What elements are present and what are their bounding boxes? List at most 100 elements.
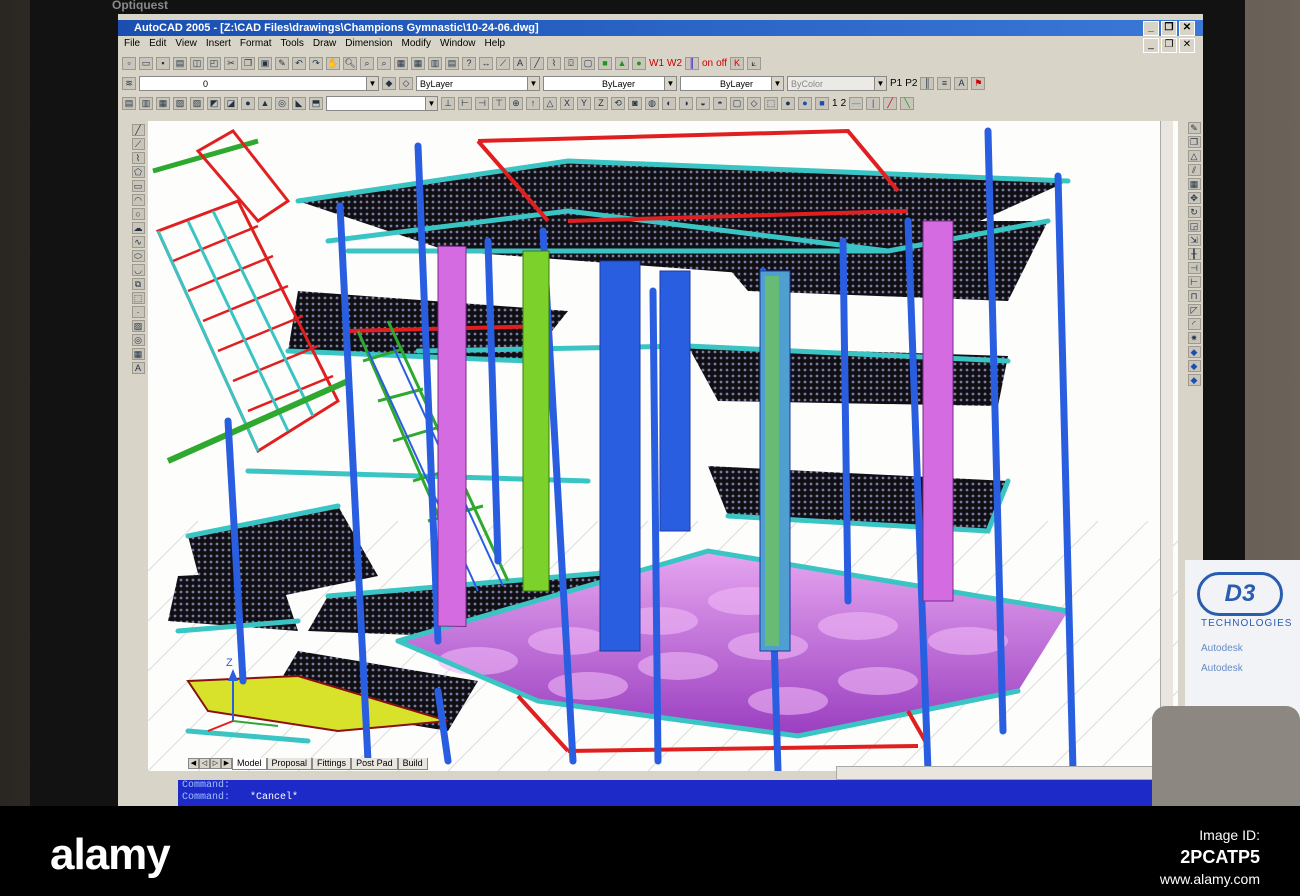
ucs-y-icon[interactable]: Y — [577, 96, 591, 110]
sphere-blue-icon[interactable]: ● — [798, 96, 812, 110]
bars-icon[interactable]: ║ — [920, 76, 935, 90]
off-label[interactable]: off — [716, 58, 727, 69]
layer-previous-icon[interactable]: ◇ — [399, 76, 413, 90]
menu-dimension[interactable]: Dimension — [345, 36, 392, 52]
k-icon[interactable]: K — [730, 56, 745, 70]
copy-object-icon[interactable]: ❐ — [1187, 136, 1201, 148]
break-icon[interactable]: ⊢ — [1187, 276, 1201, 288]
view-top-icon[interactable]: ▥ — [139, 96, 153, 110]
point-icon[interactable]: · — [131, 306, 145, 318]
chamfer-icon[interactable]: ◸ — [1187, 304, 1201, 316]
mirror-icon[interactable]: △ — [1187, 150, 1201, 162]
save-icon[interactable]: ▪ — [156, 56, 170, 70]
arc-icon[interactable]: ◠ — [131, 194, 145, 206]
polyline-icon[interactable]: ⌇ — [547, 56, 561, 70]
dim-aligned-icon[interactable]: ⟋ — [496, 56, 510, 70]
tab-proposal[interactable]: Proposal — [266, 758, 313, 770]
view-right-icon[interactable]: ▧ — [173, 96, 187, 110]
cube-blue-icon[interactable]: ■ — [815, 96, 829, 110]
view-iso2-icon[interactable]: ◪ — [224, 96, 238, 110]
green-triangle-icon[interactable]: ▲ — [615, 56, 629, 70]
ucs-face-icon[interactable]: ⊣ — [475, 96, 489, 110]
wireframe-icon[interactable]: ▢ — [730, 96, 744, 110]
cut-icon[interactable]: ✂ — [224, 56, 238, 70]
w2-label[interactable]: W2 — [667, 58, 682, 69]
view-iso-icon[interactable]: ◩ — [207, 96, 221, 110]
publish-icon[interactable]: ◰ — [207, 56, 221, 70]
doc-restore-button[interactable]: ❐ — [1161, 38, 1177, 53]
tab-post-pad[interactable]: Post Pad — [351, 758, 398, 770]
ucs-view-icon[interactable]: ⊤ — [492, 96, 506, 110]
dash-icon[interactable]: — — [849, 96, 864, 110]
wedge-icon[interactable]: ◣ — [292, 96, 306, 110]
sphere-shaded-icon[interactable]: ● — [781, 96, 795, 110]
ucs-icon[interactable]: ⟀ — [747, 56, 762, 70]
lineweight-dropdown[interactable]: ByLayer ▼ — [680, 75, 784, 91]
copy-icon[interactable]: ❐ — [241, 56, 255, 70]
scale-icon[interactable]: ◲ — [1187, 220, 1201, 232]
render-icon[interactable]: ◍ — [645, 96, 659, 110]
menu-view[interactable]: View — [175, 36, 197, 52]
cone-icon[interactable]: ▲ — [258, 96, 272, 110]
linetype-dropdown[interactable]: ByLayer ▼ — [543, 75, 677, 91]
horizontal-scrollbar[interactable] — [836, 766, 1173, 780]
sphere-icon[interactable]: ● — [241, 96, 255, 110]
print-icon[interactable]: ▤ — [173, 56, 187, 70]
gouraud-icon[interactable]: ◓ — [713, 96, 727, 110]
match-properties-icon[interactable]: ✎ — [275, 56, 289, 70]
make-current-icon[interactable]: ◆ — [382, 76, 396, 90]
color-dropdown[interactable]: ByLayer ▼ — [416, 75, 540, 91]
menu-draw[interactable]: Draw — [313, 36, 336, 52]
open-file-icon[interactable]: ▭ — [139, 56, 153, 70]
line-icon[interactable]: ╱ — [131, 124, 145, 136]
plotstyle-dropdown[interactable]: ByColor ▼ — [787, 75, 887, 91]
tab-first-icon[interactable]: ◀ — [188, 758, 199, 769]
box-3d-icon[interactable]: ⬚ — [764, 96, 778, 110]
orbit-icon[interactable]: ⟲ — [611, 96, 625, 110]
ucs-x-icon[interactable]: X — [560, 96, 574, 110]
tab-fittings[interactable]: Fittings — [312, 758, 352, 770]
view-front-icon[interactable]: ▤ — [122, 96, 136, 110]
blue-tool-3-icon[interactable]: ◆ — [1187, 374, 1201, 386]
view-back-icon[interactable]: ▨ — [190, 96, 204, 110]
join-icon[interactable]: ⊓ — [1187, 290, 1201, 302]
polyline-icon[interactable]: ⌇ — [131, 152, 145, 164]
insert-block-icon[interactable]: ⧉ — [131, 278, 145, 290]
zoom-window-icon[interactable]: ⌕ — [360, 56, 374, 70]
circle-icon[interactable]: ○ — [131, 208, 145, 220]
polygon-icon[interactable]: ⬠ — [131, 166, 145, 178]
ucs-origin-icon[interactable]: ⊕ — [509, 96, 523, 110]
design-center-icon[interactable]: ▦ — [411, 56, 425, 70]
list-icon[interactable]: ≡ — [937, 76, 952, 90]
tab-model[interactable]: Model — [232, 758, 267, 770]
pipe-icon[interactable]: | — [866, 96, 881, 110]
region-icon[interactable]: ◎ — [131, 334, 145, 346]
minimize-button[interactable]: _ — [1143, 21, 1159, 36]
command-line[interactable]: Command: Command: *Cancel* — [178, 780, 1178, 806]
blue-tool-2-icon[interactable]: ◆ — [1187, 360, 1201, 372]
zoom-realtime-icon[interactable]: 🔍︎ — [343, 56, 357, 70]
line-icon[interactable]: ╱ — [530, 56, 544, 70]
bars-icon[interactable]: ║ — [685, 56, 699, 70]
revision-cloud-icon[interactable]: ☁ — [131, 222, 145, 234]
tab-build[interactable]: Build — [397, 758, 428, 770]
shade-icon[interactable]: ◐ — [662, 96, 676, 110]
tab-next-icon[interactable]: ▷ — [210, 758, 221, 769]
green-line-icon[interactable]: ╲ — [900, 96, 915, 110]
menu-help[interactable]: Help — [485, 36, 506, 52]
restore-button[interactable]: ❐ — [1161, 21, 1177, 36]
undo-icon[interactable]: ↶ — [292, 56, 306, 70]
two-label[interactable]: 2 — [841, 98, 847, 109]
ucs-3point-icon[interactable]: △ — [543, 96, 557, 110]
menu-edit[interactable]: Edit — [149, 36, 166, 52]
p1-label[interactable]: P1 — [890, 78, 902, 89]
on-label[interactable]: on — [702, 58, 713, 69]
sheet-set-icon[interactable]: ▤ — [445, 56, 459, 70]
doc-close-button[interactable]: ✕ — [1179, 38, 1195, 53]
close-button[interactable]: ✕ — [1179, 21, 1195, 36]
extrude-icon[interactable]: ⬒ — [309, 96, 323, 110]
hide-icon[interactable]: ◑ — [679, 96, 693, 110]
menu-tools[interactable]: Tools — [281, 36, 304, 52]
doc-minimize-button[interactable]: _ — [1143, 38, 1159, 53]
menu-format[interactable]: Format — [240, 36, 272, 52]
